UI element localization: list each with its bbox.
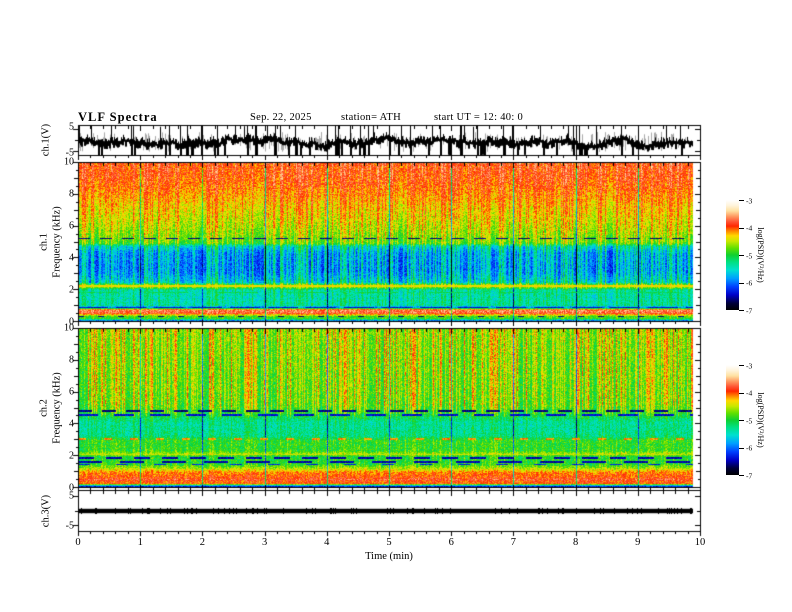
colorbar-tick-mark — [739, 310, 744, 311]
colorbar-tick-mark — [739, 447, 744, 449]
time-axis-tick: 9 — [635, 537, 641, 548]
colorbar-ch2 — [726, 365, 739, 475]
header-date: Sep. 22, 2025 — [250, 112, 312, 123]
spec2-ytick: 8 — [69, 354, 74, 366]
colorbar-ch1-label: log(PSD)(V²/Hz) — [756, 227, 765, 283]
xaxis-title: Time (min) — [365, 551, 413, 562]
ylabel-ch1-line1: ch.1 — [38, 233, 50, 251]
time-axis-tick: 3 — [261, 537, 268, 548]
colorbar-tick-label: -4 — [746, 388, 753, 398]
spec1-ytick: 8 — [69, 188, 74, 200]
time-axis-tick: 8 — [572, 537, 579, 548]
time-axis-tick: 4 — [324, 537, 330, 548]
colorbar-tick-mark — [739, 392, 744, 394]
time-axis-tick: 2 — [199, 537, 206, 548]
colorbar-tick-label: -5 — [746, 251, 753, 260]
ch1-spectrogram-panel — [78, 162, 701, 322]
ylabel-ch2-line2: Frequency (kHz) — [51, 372, 62, 444]
colorbar-tick-label: -7 — [746, 306, 753, 315]
header-start-ut: start UT = 12: 40: 0 — [434, 112, 524, 123]
ch2-spectrogram-panel — [78, 328, 701, 488]
time-axis-tick: 0 — [75, 537, 81, 548]
figure-title: VLF Spectra — [78, 110, 158, 124]
colorbar-tick-label: -3 — [746, 361, 753, 370]
ylabel-ch1-volts: ch.1(V) — [40, 123, 52, 157]
colorbar-tick-label: -4 — [746, 223, 753, 233]
ylabel-ch1-frequency: ch.1 Frequency (kHz) — [38, 206, 63, 277]
spec1-ytick: 10 — [64, 156, 74, 168]
ch3-ytick: -5 — [65, 520, 74, 532]
colorbar-tick-mark — [739, 282, 744, 284]
time-axis-tick: 1 — [137, 537, 143, 548]
colorbar-tick-label: -6 — [746, 278, 753, 288]
colorbar-tick-label: -6 — [746, 443, 753, 453]
spec2-ytick: 10 — [64, 322, 74, 334]
spec2-ytick: 0 — [69, 482, 74, 494]
colorbar-tick-mark — [739, 255, 744, 256]
colorbar-tick-mark — [739, 200, 744, 201]
ch1-waveform-panel — [78, 125, 701, 156]
colorbar-tick-label: -7 — [746, 471, 753, 480]
ylabel-ch1-line2: Frequency (kHz) — [51, 206, 62, 278]
colorbar-tick-mark — [739, 227, 744, 229]
header-station: station= ATH — [341, 112, 401, 123]
ylabel-ch3-volts: ch.3(V) — [40, 494, 52, 528]
spec1-ytick: 2 — [69, 284, 74, 296]
ylabel-ch2-line1: ch.2 — [38, 399, 50, 417]
ch3-waveform-panel — [78, 490, 701, 532]
colorbar-ch2-label: log(PSD)(V²/Hz) — [756, 392, 765, 448]
colorbar-tick-label: -3 — [746, 196, 753, 205]
colorbar-tick-mark — [739, 365, 744, 366]
time-axis-tick: 7 — [510, 537, 517, 548]
spec1-ytick: 6 — [69, 220, 74, 232]
ylabel-ch2-frequency: ch.2 Frequency (kHz) — [38, 372, 63, 443]
colorbar-tick-label: -5 — [746, 416, 753, 425]
spec1-ytick: 4 — [69, 252, 74, 264]
time-axis-tick: 5 — [386, 537, 392, 548]
colorbar-tick-mark — [739, 475, 744, 476]
spec2-ytick: 6 — [69, 386, 74, 398]
colorbar-ch1 — [726, 200, 739, 310]
spec2-ytick: 4 — [69, 418, 74, 430]
colorbar-tick-mark — [739, 420, 744, 421]
time-axis-tick: 10 — [694, 537, 706, 548]
time-axis-tick: 6 — [448, 537, 454, 548]
spec2-ytick: 2 — [69, 450, 74, 462]
ch1-wave-ytick: 5 — [69, 121, 74, 133]
vlf-spectra-figure: VLF Spectra Sep. 22, 2025 station= ATH s… — [0, 0, 792, 612]
